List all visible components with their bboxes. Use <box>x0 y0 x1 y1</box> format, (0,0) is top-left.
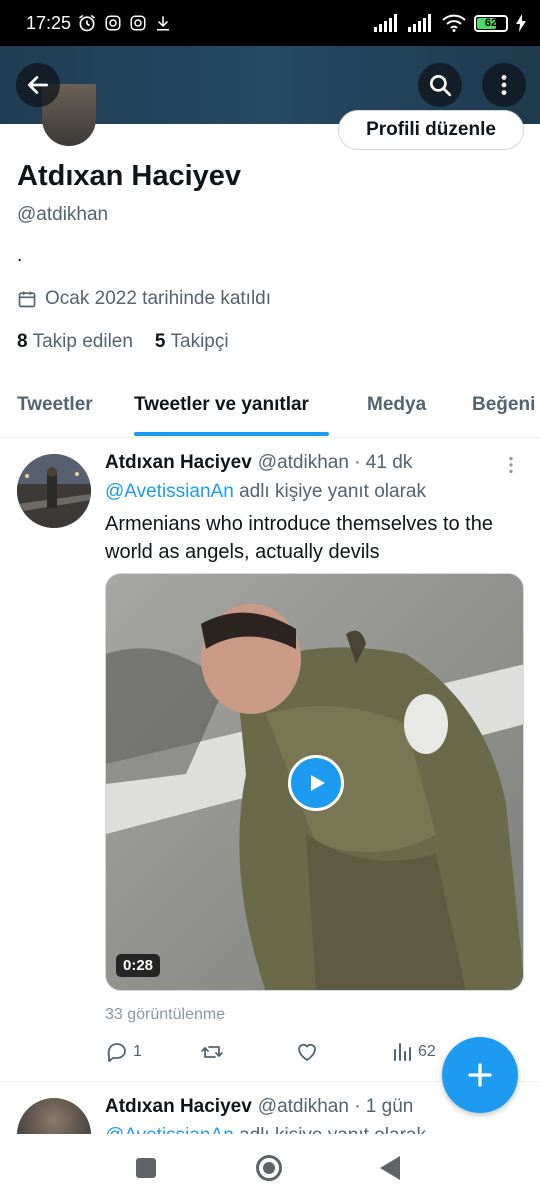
reply-to-link[interactable]: @AvetissianAn <box>105 481 234 502</box>
avatar-photo <box>17 454 91 528</box>
signal-icon <box>374 14 397 32</box>
profile-bio: . <box>17 245 23 266</box>
profile-tabs: Tweetler Tweetler ve yanıtlar Medya Beğe… <box>0 380 540 438</box>
more-vertical-icon <box>501 75 507 95</box>
tab-tweets[interactable]: Tweetler <box>17 394 93 416</box>
following-link[interactable]: 8 Takip edilen <box>17 331 133 353</box>
profile-handle: @atdikhan <box>17 204 109 225</box>
instagram-icon <box>105 15 121 31</box>
reply-to-text: adlı kişiye yanıt olarak <box>239 481 426 502</box>
followers-link[interactable]: 5 Takipçi <box>155 331 229 353</box>
status-time: 17:25 <box>26 12 72 33</box>
impression-count: 62 <box>418 1043 436 1060</box>
instagram-icon <box>130 15 146 31</box>
analytics-button[interactable]: 62 <box>390 1040 436 1064</box>
bar-chart-icon <box>394 1043 411 1061</box>
arrow-left-icon <box>27 76 49 94</box>
search-button[interactable] <box>418 63 462 107</box>
tab-tweets-replies[interactable]: Tweetler ve yanıtlar <box>134 394 309 416</box>
tweet-text: Armenians who introduce themselves to th… <box>105 513 493 563</box>
reply-to-text: adlı kişiye yanıt olarak <box>239 1125 426 1134</box>
wifi-icon <box>442 14 466 32</box>
reply-context: @AvetissianAn adlı kişiye yanıt olarak <box>105 1125 426 1134</box>
active-tab-indicator <box>134 432 329 436</box>
compose-tweet-button[interactable] <box>442 1037 518 1113</box>
system-back-button[interactable] <box>380 1156 400 1180</box>
reply-context: @AvetissianAn adlı kişiye yanıt olarak <box>105 481 426 503</box>
tweet-meta: @atdikhan · 41 dk <box>257 452 413 473</box>
view-count: 33 görüntülenme <box>105 1006 226 1023</box>
tweet-video[interactable]: 0:28 <box>105 573 524 991</box>
tweet-header: Atdıxan Haciyev @atdikhan · 41 dk <box>105 452 412 474</box>
back-button[interactable] <box>16 63 60 107</box>
tweet-avatar[interactable] <box>17 1098 91 1134</box>
tweet-author[interactable]: Atdıxan Haciyev <box>105 452 252 474</box>
heart-icon <box>298 1043 316 1061</box>
tweet[interactable]: Atdıxan Haciyev @atdikhan · 41 dk @Aveti… <box>0 438 540 1082</box>
tab-likes[interactable]: Beğeni <box>472 394 535 416</box>
charging-icon <box>516 14 526 32</box>
edit-profile-button[interactable]: Profili düzenle <box>338 110 524 150</box>
calendar-icon <box>18 291 36 308</box>
joined-date: Ocak 2022 tarihinde katıldı <box>17 288 271 310</box>
system-nav-bar <box>0 1134 540 1200</box>
more-vertical-icon <box>509 456 513 474</box>
reply-to-link[interactable]: @AvetissianAn <box>105 1125 234 1134</box>
like-button[interactable] <box>295 1040 323 1064</box>
reply-count: 1 <box>133 1043 142 1060</box>
tab-media[interactable]: Medya <box>367 394 426 416</box>
battery-indicator: 62 <box>474 14 508 32</box>
play-button[interactable] <box>288 755 344 811</box>
alarm-icon <box>79 14 96 32</box>
download-icon <box>157 16 170 31</box>
tweet-header: Atdıxan Haciyev @atdikhan · 1 gün <box>105 1096 413 1118</box>
recents-button[interactable] <box>136 1158 156 1178</box>
profile-name: Atdıxan Haciyev <box>17 160 242 192</box>
more-button[interactable] <box>482 63 526 107</box>
status-bar: 17:25 62 <box>0 0 540 46</box>
reply-button[interactable]: 1 <box>105 1040 142 1064</box>
tweet-author[interactable]: Atdıxan Haciyev <box>105 1096 252 1118</box>
follow-stats: 8 Takip edilen 5 Takipçi <box>17 331 229 353</box>
plus-icon <box>468 1063 492 1087</box>
video-duration: 0:28 <box>116 954 161 977</box>
retweet-button[interactable] <box>200 1040 228 1064</box>
home-button[interactable] <box>256 1155 282 1181</box>
search-icon <box>429 74 452 97</box>
tweet-avatar[interactable] <box>17 454 91 528</box>
joined-label: Ocak 2022 tarihinde katıldı <box>45 288 272 309</box>
tweet-more-button[interactable] <box>500 454 522 481</box>
signal-icon <box>408 14 431 32</box>
retweet-icon <box>201 1046 223 1058</box>
reply-icon <box>107 1043 126 1062</box>
play-icon <box>311 775 325 791</box>
tweet-meta: @atdikhan · 1 gün <box>257 1096 414 1117</box>
